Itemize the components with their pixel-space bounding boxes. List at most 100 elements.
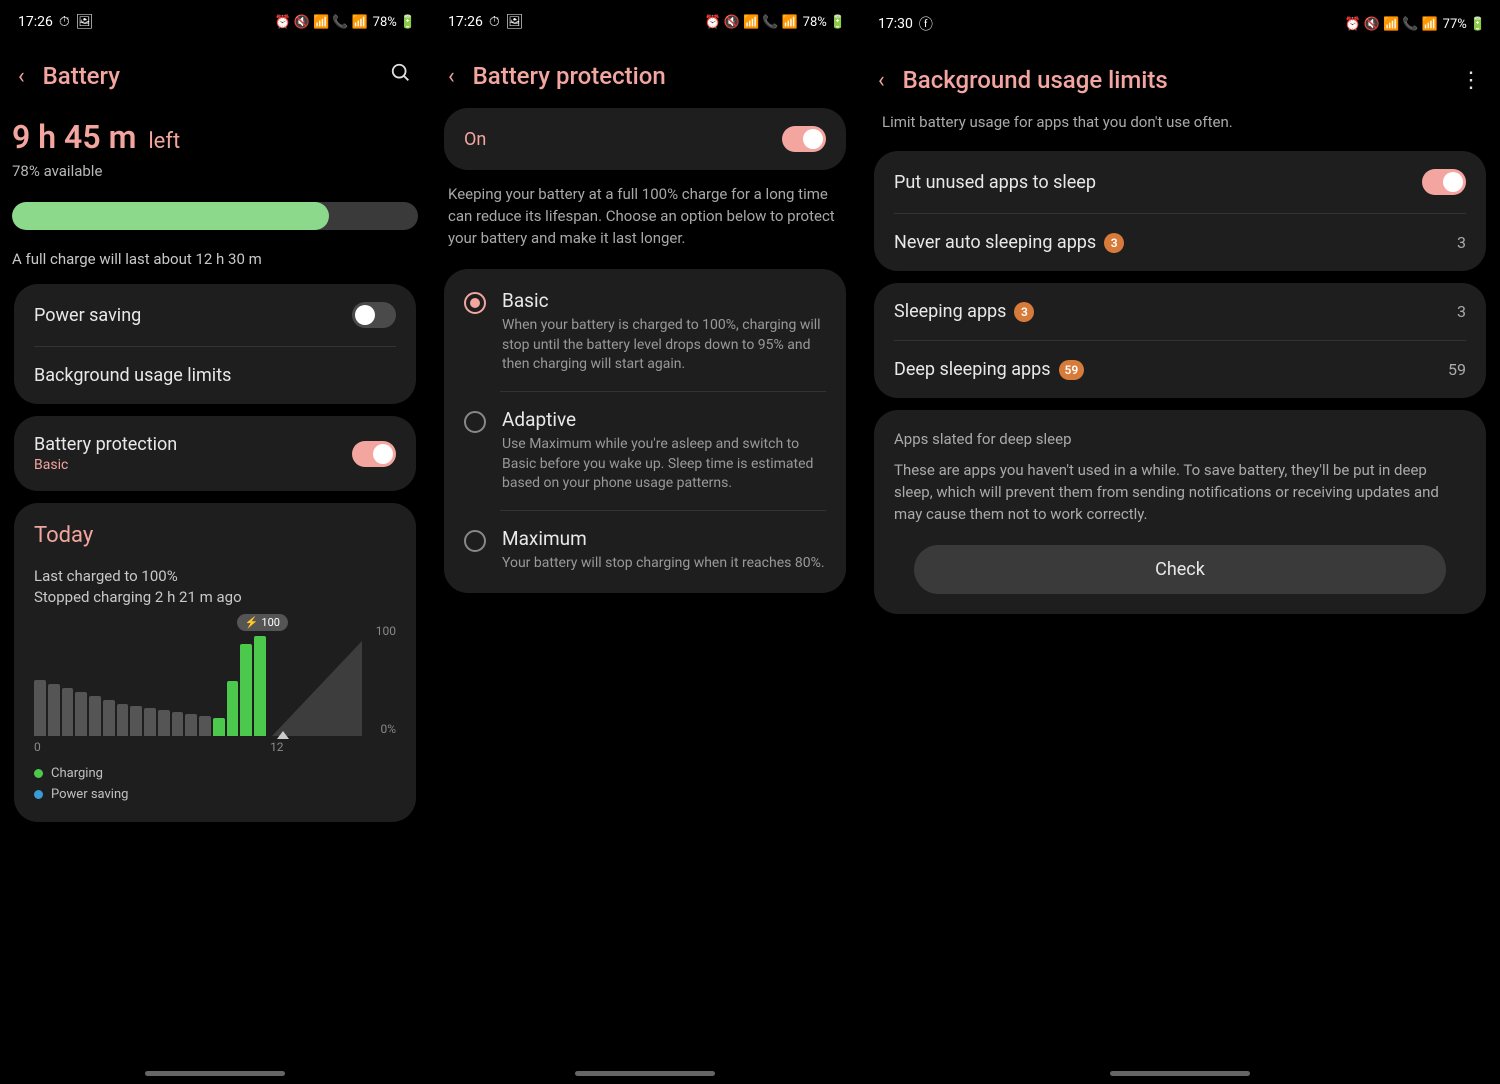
protection-description: Keeping your battery at a full 100% char…: [430, 178, 860, 269]
status-bar: 17:30 ⓕ ⏰ 🔇 📶 📞 📶 77% 🔋: [860, 0, 1500, 42]
back-icon[interactable]: ‹: [448, 64, 455, 89]
put-sleep-toggle[interactable]: [1422, 169, 1466, 195]
power-saving-row[interactable]: Power saving: [14, 284, 416, 346]
battery-icon: 🔋: [400, 15, 416, 30]
page-title: Battery protection: [473, 62, 842, 90]
option-basic[interactable]: Basic When your battery is charged to 10…: [444, 273, 846, 391]
sleeping-label: Sleeping apps: [894, 301, 1006, 322]
on-row[interactable]: On: [444, 108, 846, 170]
stopped-charging: Stopped charging 2 h 21 m ago: [34, 587, 396, 608]
gallery-icon: 🖼: [506, 14, 524, 30]
deep-sleeping-row[interactable]: Deep sleeping apps 59 59: [874, 341, 1486, 398]
status-battery-pct: 77%: [1443, 17, 1467, 32]
radio-maximum[interactable]: [464, 530, 486, 552]
bg-limits-label: Background usage limits: [34, 365, 231, 386]
chart-bar: [199, 716, 211, 736]
radio-adaptive[interactable]: [464, 411, 486, 433]
power-saving-toggle[interactable]: [352, 302, 396, 328]
chart-bar: [89, 696, 101, 736]
bg-limits-row[interactable]: Background usage limits: [14, 347, 416, 404]
legend-powersaving: Power saving: [51, 787, 128, 802]
call-icon: 📞: [1402, 17, 1418, 32]
header: ‹ Battery protection: [430, 38, 860, 108]
check-button[interactable]: Check: [914, 545, 1446, 594]
today-info: Last charged to 100% Stopped charging 2 …: [34, 566, 396, 608]
option-basic-desc: When your battery is charged to 100%, ch…: [502, 316, 826, 375]
remaining-hours: 9 h 45 m: [12, 118, 136, 156]
info-title: Apps slated for deep sleep: [894, 430, 1466, 448]
put-sleep-row[interactable]: Put unused apps to sleep: [874, 151, 1486, 213]
facebook-icon: ⓕ: [919, 14, 933, 34]
back-icon[interactable]: ‹: [878, 68, 885, 93]
alarm-icon: ⏱: [59, 14, 70, 30]
available-text: 78% available: [12, 162, 418, 180]
mute-icon: 🔇: [724, 15, 740, 30]
today-title: Today: [34, 523, 396, 548]
call-icon: 📞: [332, 15, 348, 30]
chart-bar: [103, 700, 115, 736]
more-icon[interactable]: ⋮: [1460, 68, 1482, 93]
status-time: 17:30: [878, 16, 913, 32]
sleeping-row[interactable]: Sleeping apps 3 3: [874, 283, 1486, 340]
option-maximum-desc: Your battery will stop charging when it …: [502, 554, 825, 574]
radio-basic[interactable]: [464, 292, 486, 314]
x-mid: 12: [270, 740, 284, 754]
page-title: Background usage limits: [903, 66, 1442, 94]
option-adaptive-desc: Use Maximum while you're asleep and swit…: [502, 435, 826, 494]
chart-bar: [62, 688, 74, 736]
legend-charging: Charging: [51, 766, 103, 781]
never-auto-row[interactable]: Never auto sleeping apps 3 3: [874, 214, 1486, 271]
y-top: 100: [366, 624, 396, 638]
status-time: 17:26: [448, 14, 483, 30]
battery-protection-screen: 17:26 ⏱ 🖼 ⏰ 🔇 📶 📞 📶 78% 🔋 ‹ Battery prot…: [430, 0, 860, 1084]
search-icon[interactable]: [390, 62, 412, 90]
deep-sleeping-badge: 59: [1059, 360, 1085, 380]
alarm-icon: ⏱: [489, 14, 500, 30]
call-icon: 📞: [762, 15, 778, 30]
chart-bar: [158, 710, 170, 736]
alarm-icon: ⏰: [705, 15, 721, 30]
remaining-left: left: [148, 129, 180, 154]
option-maximum-title: Maximum: [502, 527, 825, 550]
chart-bar: [185, 714, 197, 736]
option-adaptive[interactable]: Adaptive Use Maximum while you're asleep…: [444, 392, 846, 510]
mute-icon: 🔇: [294, 15, 310, 30]
battery-icon: 🔋: [830, 15, 846, 30]
battery-protection-row[interactable]: Battery protection Basic: [14, 416, 416, 491]
never-auto-badge: 3: [1104, 233, 1124, 253]
nav-bar[interactable]: [145, 1071, 285, 1076]
on-toggle[interactable]: [782, 126, 826, 152]
option-maximum[interactable]: Maximum Your battery will stop charging …: [444, 511, 846, 590]
deep-sleep-info-card: Apps slated for deep sleep These are app…: [874, 410, 1486, 614]
battery-protection-label: Battery protection: [34, 434, 177, 455]
battery-progress-fill: [12, 202, 329, 230]
chart-bar: [34, 680, 46, 736]
battery-screen: 17:26 ⏱ 🖼 ⏰ 🔇 📶 📞 📶 78% 🔋 ‹ Battery 9 h …: [0, 0, 430, 1084]
battery-protection-toggle[interactable]: [352, 441, 396, 467]
option-basic-title: Basic: [502, 289, 826, 312]
header: ‹ Battery: [0, 38, 430, 108]
status-bar: 17:26 ⏱ 🖼 ⏰ 🔇 📶 📞 📶 78% 🔋: [0, 0, 430, 38]
put-sleep-label: Put unused apps to sleep: [894, 172, 1096, 193]
chart-bar: [130, 706, 142, 736]
sleeping-count: 3: [1457, 302, 1466, 321]
back-icon[interactable]: ‹: [18, 64, 25, 89]
chart-bar: [48, 684, 60, 736]
sleeping-card: Sleeping apps 3 3 Deep sleeping apps 59 …: [874, 283, 1486, 398]
deep-sleeping-label: Deep sleeping apps: [894, 359, 1051, 380]
protection-card: Battery protection Basic: [14, 416, 416, 491]
battery-chart: ⚡100 100 0% 0 12: [34, 624, 396, 754]
full-charge-text: A full charge will last about 12 h 30 m: [0, 240, 430, 284]
status-battery-pct: 78%: [373, 15, 397, 30]
chart-bar: [75, 692, 87, 736]
today-card[interactable]: Today Last charged to 100% Stopped charg…: [14, 503, 416, 822]
nav-bar[interactable]: [575, 1071, 715, 1076]
chart-legend: Charging Power saving: [34, 766, 396, 802]
chart-projection: [272, 641, 362, 736]
nav-bar[interactable]: [1110, 1071, 1250, 1076]
chart-badge: ⚡100: [237, 614, 288, 631]
chart-bar: [117, 704, 129, 736]
bg-limits-subtitle: Limit battery usage for apps that you do…: [860, 112, 1500, 151]
alarm-icon: ⏰: [1345, 17, 1361, 32]
options-card: Basic When your battery is charged to 10…: [444, 269, 846, 593]
